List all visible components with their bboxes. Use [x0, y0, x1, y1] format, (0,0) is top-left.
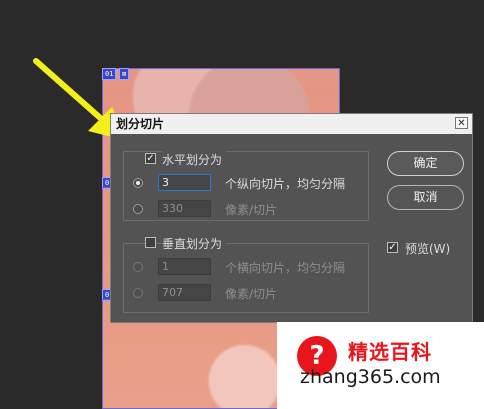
- preview-checkbox[interactable]: ✓: [387, 242, 398, 253]
- vertical-pixels-input[interactable]: 707: [158, 284, 211, 301]
- horizontal-divide-checkbox[interactable]: ✓: [145, 153, 156, 164]
- cancel-button[interactable]: 取消: [387, 185, 464, 210]
- vertical-pixel-radio[interactable]: [133, 288, 143, 298]
- vertical-count-radio[interactable]: [133, 262, 143, 272]
- horizontal-pixels-input[interactable]: 330: [158, 200, 211, 217]
- divide-slice-dialog: 划分切片 ✕ ✓ 水平划分为 3 个纵向切片，均匀分隔 330 像素/切片 垂直…: [110, 113, 473, 323]
- ok-button[interactable]: 确定: [387, 151, 464, 176]
- dialog-title: 划分切片: [116, 117, 165, 131]
- close-icon[interactable]: ✕: [455, 117, 468, 129]
- horizontal-pixel-suffix: 像素/切片: [225, 203, 278, 217]
- vertical-pixel-suffix: 像素/切片: [225, 287, 278, 301]
- vertical-divide-checkbox[interactable]: [145, 237, 156, 248]
- watermark-url: zhang365.com: [300, 366, 441, 388]
- dialog-titlebar[interactable]: 划分切片 ✕: [111, 114, 472, 134]
- vertical-slice-count-input[interactable]: 1: [158, 258, 211, 275]
- vertical-divide-group: [123, 243, 369, 313]
- vertical-divide-label: 垂直划分为: [162, 235, 227, 252]
- preview-label: 预览(W): [405, 242, 451, 256]
- watermark-title: 精选百科: [348, 340, 432, 364]
- horizontal-divide-label: 水平划分为: [162, 151, 227, 168]
- horizontal-count-radio[interactable]: [133, 178, 143, 188]
- horizontal-count-suffix: 个纵向切片，均匀分隔: [225, 177, 346, 191]
- horizontal-pixel-radio[interactable]: [133, 204, 143, 214]
- vertical-count-suffix: 个横向切片，均匀分隔: [225, 261, 346, 275]
- horizontal-slice-count-input[interactable]: 3: [158, 174, 211, 191]
